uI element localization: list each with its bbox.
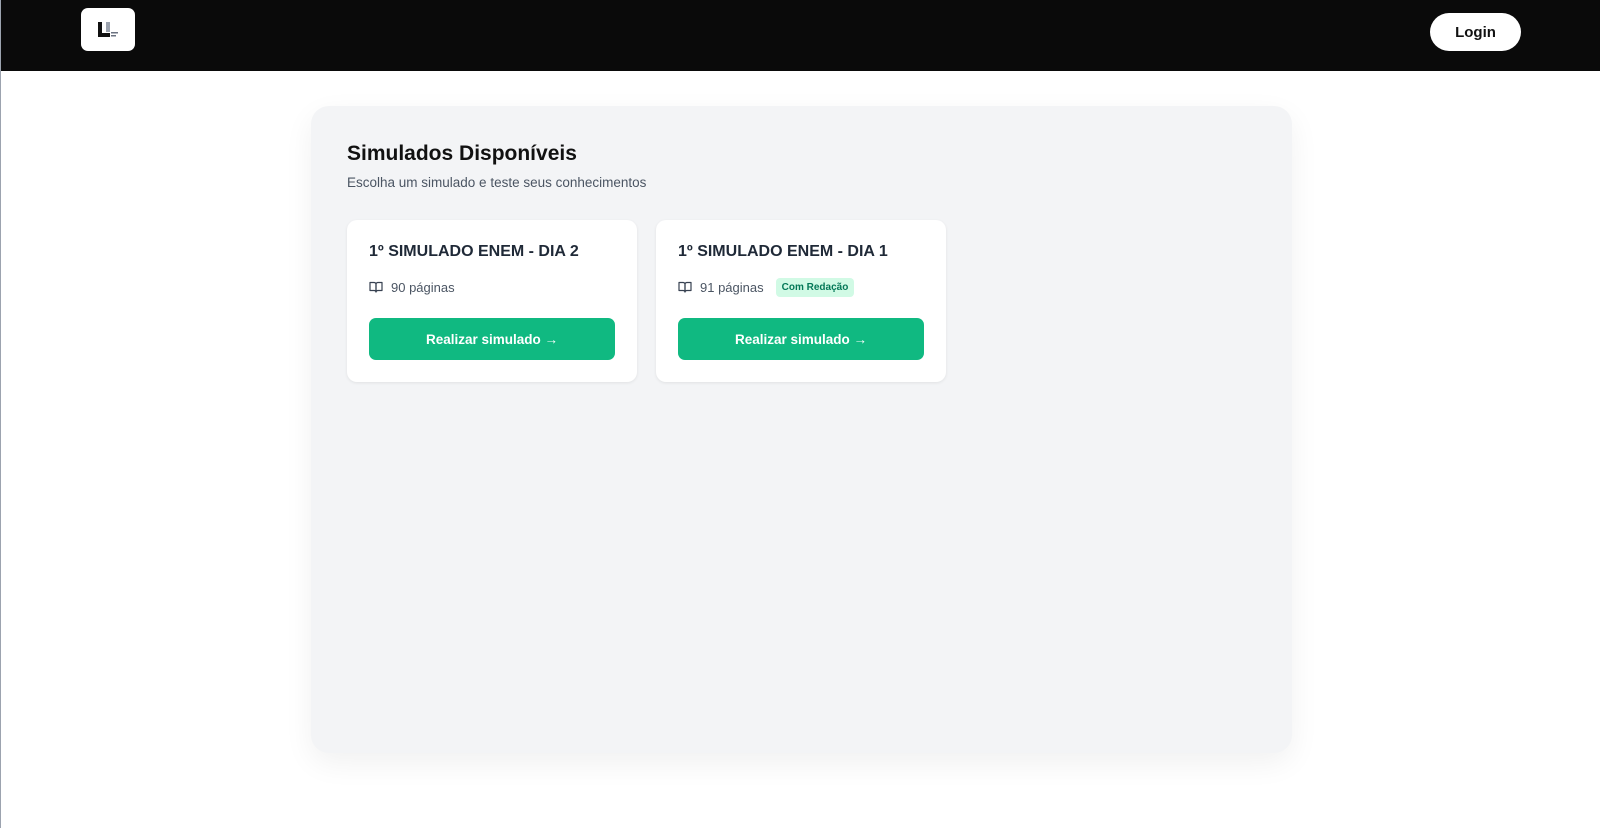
simulado-card: 1º SIMULADO ENEM - DIA 1 91 páginas Com … [656, 220, 946, 382]
login-button[interactable]: Login [1430, 13, 1521, 51]
start-simulado-button[interactable]: Realizar simulado → [369, 318, 615, 360]
app-page: Login Simulados Disponíveis Escolha um s… [0, 0, 1600, 828]
book-open-icon [369, 281, 383, 293]
book-open-icon [678, 281, 692, 293]
essay-badge: Com Redação [775, 277, 855, 297]
start-simulado-button[interactable]: Realizar simulado → [678, 318, 924, 360]
logo-link[interactable] [81, 8, 135, 51]
u-logo-icon [98, 21, 118, 37]
card-meta: 91 páginas Com Redação [678, 277, 855, 297]
page-count: 91 páginas [700, 279, 764, 295]
page-subtitle: Escolha um simulado e teste seus conheci… [347, 175, 647, 190]
card-title: 1º SIMULADO ENEM - DIA 2 [369, 243, 579, 260]
simulado-card: 1º SIMULADO ENEM - DIA 2 90 páginas Real… [347, 220, 637, 382]
page-title: Simulados Disponíveis [347, 142, 577, 165]
simulados-panel: Simulados Disponíveis Escolha um simulad… [311, 106, 1292, 753]
page-count: 90 páginas [391, 279, 455, 295]
card-title: 1º SIMULADO ENEM - DIA 1 [678, 243, 888, 260]
top-navbar: Login [1, 0, 1600, 71]
card-meta: 90 páginas [369, 277, 455, 297]
